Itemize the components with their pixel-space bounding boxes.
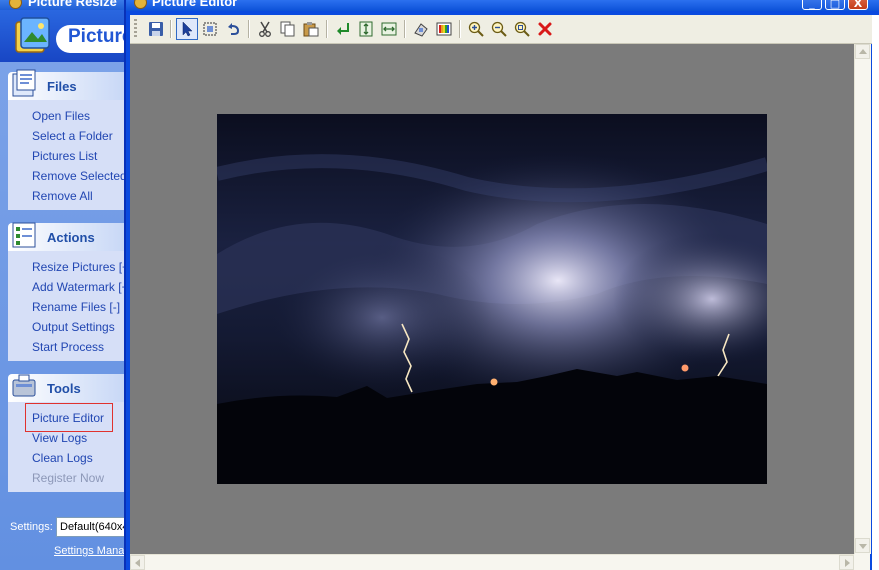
zoom-out-button[interactable]	[488, 18, 510, 40]
apply-icon	[337, 23, 349, 35]
resize-button[interactable]	[355, 18, 377, 40]
toolbar-separator	[248, 20, 250, 38]
files-icon	[12, 69, 36, 97]
horizontal-scrollbar[interactable]	[130, 554, 854, 570]
task-output-settings[interactable]: Output Settings	[32, 320, 115, 334]
window-close-button[interactable]: X	[848, 0, 868, 10]
zoom-in-button[interactable]	[465, 18, 487, 40]
section-title-actions: Actions	[47, 230, 95, 245]
task-clean-logs[interactable]: Clean Logs	[32, 451, 93, 465]
editor-app-icon	[134, 0, 147, 9]
vertical-scrollbar[interactable]	[854, 44, 871, 554]
task-view-logs[interactable]: View Logs	[32, 431, 87, 445]
toolbar-separator	[459, 20, 461, 38]
zoom-in-icon	[468, 21, 484, 37]
zoom-out-icon	[491, 21, 507, 37]
copy-icon	[280, 21, 295, 37]
chevron-down-icon	[859, 544, 867, 549]
editor-canvas-area[interactable]	[130, 44, 854, 554]
pointer-icon	[182, 21, 193, 37]
rotate-button[interactable]	[410, 18, 432, 40]
task-resize-pictures[interactable]: Resize Pictures [+]	[32, 260, 132, 274]
desktop-edge	[872, 15, 879, 570]
toolbar-grip[interactable]	[134, 19, 137, 39]
section-title-tools: Tools	[47, 381, 81, 396]
header-title: Picture	[68, 26, 126, 47]
task-pictures-list[interactable]: Pictures List	[32, 149, 97, 163]
editor-window-title: Picture Editor	[152, 0, 238, 9]
save-button[interactable]	[145, 18, 167, 40]
chevron-left-icon	[135, 559, 140, 567]
tools-icon	[12, 374, 36, 397]
scroll-up-button[interactable]	[855, 44, 870, 59]
task-register-now: Register Now	[32, 471, 105, 485]
actions-icon	[12, 222, 36, 248]
copy-button[interactable]	[277, 18, 299, 40]
scroll-left-button[interactable]	[130, 555, 145, 570]
app-icon	[9, 0, 22, 9]
maximize-button[interactable]: □	[825, 0, 845, 10]
chevron-right-icon	[845, 559, 850, 567]
resize-icon	[359, 21, 373, 37]
toolbar-separator	[326, 20, 328, 38]
task-add-watermark[interactable]: Add Watermark [+]	[32, 280, 132, 294]
crop-icon	[381, 22, 397, 36]
color-adjust-icon	[436, 22, 452, 36]
section-title-files: Files	[47, 79, 77, 94]
task-rename-files[interactable]: Rename Files [-]	[32, 300, 120, 314]
app-header: Picture	[0, 10, 126, 62]
toolbar-separator	[170, 20, 172, 38]
editor-toolbar	[130, 15, 874, 44]
task-select-folder[interactable]: Select a Folder	[32, 129, 113, 143]
task-remove-selected[interactable]: Remove Selected	[32, 169, 127, 183]
zoom-actual-button[interactable]	[511, 18, 533, 40]
apply-button[interactable]	[332, 18, 354, 40]
storm-photo[interactable]	[217, 114, 767, 484]
color-adjust-button[interactable]	[433, 18, 455, 40]
cut-icon	[259, 21, 271, 37]
paste-button[interactable]	[300, 18, 322, 40]
background-window-title: Picture Resize	[28, 0, 117, 9]
task-start-process[interactable]: Start Process	[32, 340, 104, 354]
background-titlebar: Picture Resize	[0, 0, 130, 10]
editor-titlebar: Picture Editor _ □ X	[126, 0, 879, 11]
undo-button[interactable]	[222, 18, 244, 40]
settings-label: Settings:	[10, 521, 53, 533]
select-area-button[interactable]	[199, 18, 221, 40]
select-area-icon	[203, 22, 217, 36]
resize-grip[interactable]	[854, 554, 870, 570]
close-image-button[interactable]	[534, 18, 556, 40]
close-icon	[538, 22, 552, 36]
chevron-up-icon	[859, 49, 867, 54]
scroll-right-button[interactable]	[839, 555, 854, 570]
paste-icon	[303, 22, 319, 37]
task-remove-all[interactable]: Remove All	[32, 189, 93, 203]
crop-button[interactable]	[378, 18, 400, 40]
scroll-down-button[interactable]	[855, 538, 870, 553]
settings-select[interactable]: Default(640x480)	[56, 517, 126, 537]
cut-button[interactable]	[254, 18, 276, 40]
toolbar-separator	[404, 20, 406, 38]
task-open-files[interactable]: Open Files	[32, 109, 90, 123]
undo-icon	[228, 23, 239, 35]
highlight-box	[25, 403, 113, 432]
pointer-tool-button[interactable]	[176, 18, 198, 40]
zoom-actual-icon	[514, 21, 530, 37]
minimize-button[interactable]: _	[802, 0, 822, 10]
picture-editor-window: Picture Editor _ □ X	[124, 0, 879, 570]
rotate-icon	[414, 23, 428, 37]
app-logo-icon	[15, 17, 50, 53]
save-icon	[149, 22, 163, 36]
